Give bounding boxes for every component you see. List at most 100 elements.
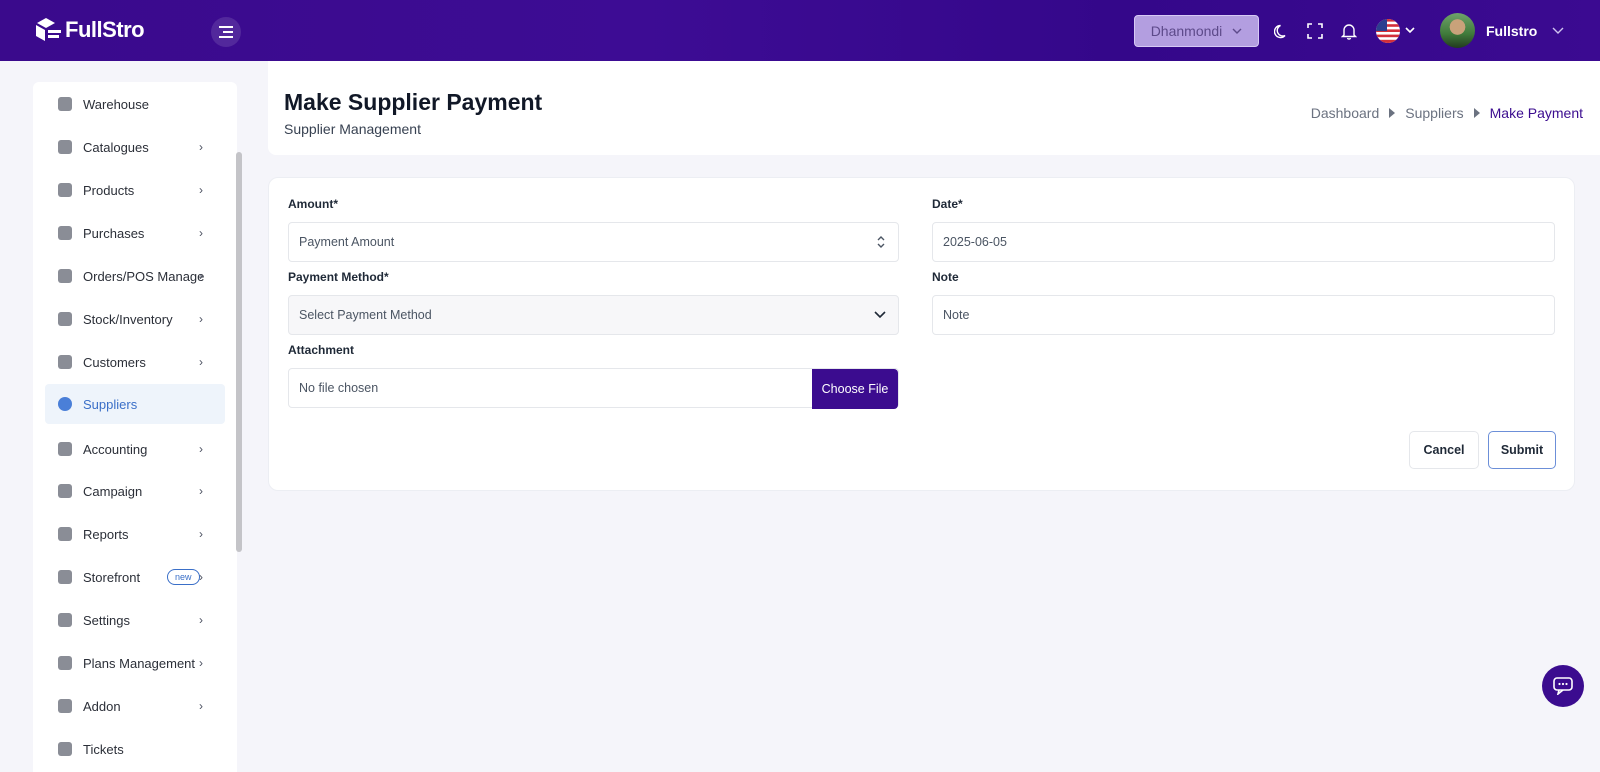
top-bar: FullStro Dhanmondi Fullstro [0, 0, 1600, 61]
sidebar-item-addon[interactable]: Addon › [33, 686, 237, 726]
chevron-right-icon: › [199, 527, 203, 541]
sidebar-item-label: Products [83, 182, 135, 198]
sidebar-item-label: Suppliers [83, 396, 138, 412]
sidebar-item-label: Warehouse [83, 96, 149, 112]
payment-method-placeholder: Select Payment Method [299, 308, 432, 322]
date-value: 2025-06-05 [943, 235, 1007, 249]
user-menu-button[interactable] [1552, 23, 1564, 42]
menu-icon [219, 26, 233, 38]
sidebar-item-label: Addon [83, 698, 121, 714]
attachment-input[interactable]: No file chosen Choose File [288, 368, 899, 409]
plan-icon [58, 656, 72, 670]
sidebar-item-products[interactable]: Products › [33, 170, 237, 210]
date-label: Date* [932, 197, 963, 211]
breadcrumb-current: Make Payment [1489, 105, 1583, 121]
note-input[interactable]: Note [932, 295, 1555, 335]
sidebar-item-warehouse[interactable]: Warehouse [33, 84, 237, 124]
dark-mode-toggle[interactable] [1271, 20, 1293, 42]
ticket-icon [58, 742, 72, 756]
gear-icon [58, 613, 72, 627]
sidebar-item-label: Plans Management [83, 655, 196, 671]
sidebar-item-plans-management[interactable]: Plans Management › [33, 643, 237, 683]
sidebar-item-label: Customers [83, 354, 146, 370]
users-icon [58, 355, 72, 369]
menu-toggle-button[interactable] [211, 17, 241, 47]
cancel-button[interactable]: Cancel [1409, 431, 1479, 469]
sidebar-item-label: Accounting [83, 441, 148, 457]
sidebar-item-label: Settings [83, 612, 130, 628]
sidebar-item-campaign[interactable]: Campaign › [33, 471, 237, 511]
sidebar-item-suppliers[interactable]: Suppliers [45, 384, 225, 424]
chevron-right-icon: › [199, 570, 203, 584]
fullscreen-icon [1307, 23, 1323, 39]
sidebar-scrollbar[interactable] [236, 152, 242, 552]
link-icon [58, 699, 72, 713]
sidebar-item-tickets[interactable]: Tickets [33, 729, 237, 769]
choose-file-button[interactable]: Choose File [812, 369, 898, 409]
chevron-down-icon [1232, 28, 1242, 34]
breadcrumb-suppliers[interactable]: Suppliers [1405, 105, 1463, 121]
chevron-right-icon: › [199, 269, 203, 283]
sidebar-item-stock-inventory[interactable]: Stock/Inventory › [33, 299, 237, 339]
sidebar-item-label: Storefront [83, 569, 141, 585]
chevron-right-icon: › [199, 140, 203, 154]
breadcrumb-dashboard[interactable]: Dashboard [1311, 105, 1380, 121]
payment-method-select[interactable]: Select Payment Method [288, 295, 899, 335]
branch-select[interactable]: Dhanmondi [1134, 15, 1259, 47]
sidebar: Warehouse Catalogues › Products › Purcha… [33, 82, 237, 772]
page-subtitle: Supplier Management [284, 121, 421, 137]
amount-input[interactable]: Payment Amount [288, 222, 899, 262]
fullscreen-button[interactable] [1304, 20, 1326, 42]
warehouse-icon [58, 97, 72, 111]
language-dropdown-button[interactable] [1405, 23, 1415, 42]
submit-button[interactable]: Submit [1488, 431, 1556, 469]
attachment-label: Attachment [288, 343, 355, 357]
sidebar-item-label: Orders/POS Manage [83, 268, 205, 284]
clipboard-icon [58, 269, 72, 283]
chevron-right-icon: › [199, 312, 203, 326]
sidebar-item-settings[interactable]: Settings › [33, 600, 237, 640]
chevron-right-icon: › [199, 183, 203, 197]
page-header: Make Supplier Payment Supplier Managemen… [268, 61, 1600, 155]
sidebar-item-purchases[interactable]: Purchases › [33, 213, 237, 253]
user-name[interactable]: Fullstro [1486, 23, 1537, 39]
amount-label: Amount* [288, 197, 338, 211]
sidebar-item-storefront[interactable]: Storefront new › [33, 557, 237, 597]
bell-icon [1341, 23, 1357, 40]
sidebar-item-label: Purchases [83, 225, 145, 241]
sidebar-item-orders-pos[interactable]: Orders/POS Manage › [33, 256, 237, 296]
spinner-icon[interactable] [876, 235, 886, 249]
bag-icon [58, 226, 72, 240]
payment-method-label: Payment Method* [288, 270, 389, 284]
sidebar-item-accounting[interactable]: Accounting › [33, 429, 237, 469]
chevron-right-icon: › [199, 484, 203, 498]
sidebar-item-catalogues[interactable]: Catalogues › [33, 127, 237, 167]
chevron-down-icon [874, 311, 886, 319]
chevron-right-icon: › [199, 355, 203, 369]
moon-icon [1274, 24, 1286, 39]
sidebar-item-reports[interactable]: Reports › [33, 514, 237, 554]
wallet-icon [58, 442, 72, 456]
sidebar-item-customers[interactable]: Customers › [33, 342, 237, 382]
chevron-right-icon: › [199, 442, 203, 456]
page-title: Make Supplier Payment [284, 89, 543, 115]
chevron-right-icon: › [199, 699, 203, 713]
sidebar-item-label: Stock/Inventory [83, 311, 173, 327]
logo[interactable]: FullStro [33, 15, 145, 45]
sidebar-item-label: Campaign [83, 483, 143, 499]
payment-form-card: Amount* Payment Amount Date* 2025-06-05 … [268, 177, 1575, 491]
catalogue-icon [58, 140, 72, 154]
sidebar-item-label: Reports [83, 526, 129, 542]
logo-text: FullStro [65, 17, 145, 42]
report-icon [58, 527, 72, 541]
supplier-icon [58, 397, 72, 411]
chat-icon [1553, 677, 1573, 695]
notifications-button[interactable] [1338, 20, 1360, 42]
chat-button[interactable] [1542, 665, 1584, 707]
avatar[interactable] [1440, 13, 1475, 48]
us-flag-icon[interactable] [1376, 19, 1400, 43]
note-placeholder: Note [943, 308, 970, 322]
chevron-down-icon [1552, 27, 1564, 34]
logo-mark-icon [33, 15, 63, 45]
date-input[interactable]: 2025-06-05 [932, 222, 1555, 262]
